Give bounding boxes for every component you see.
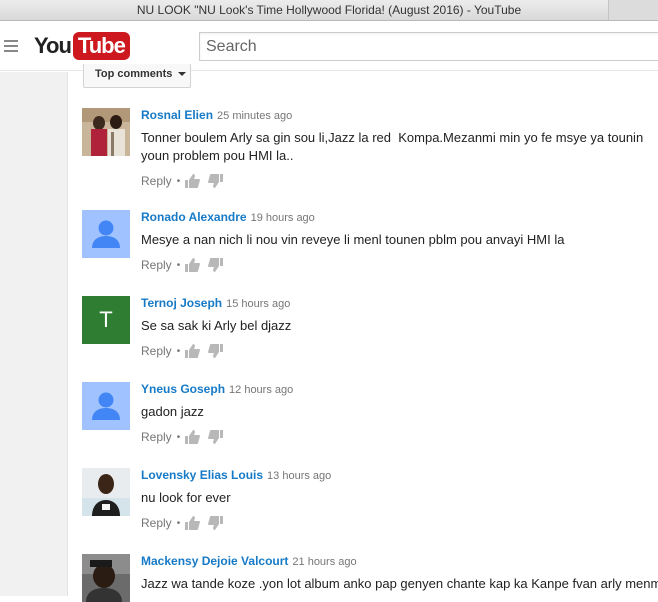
default-person-icon	[82, 382, 130, 430]
reply-button[interactable]: Reply	[141, 430, 172, 444]
thumbs-up-icon[interactable]	[185, 258, 201, 272]
sort-comments-dropdown[interactable]: Top comments	[83, 64, 191, 88]
comment-time[interactable]: 21 hours ago	[292, 556, 356, 568]
separator-dot: •	[176, 431, 181, 443]
thumbs-down-icon[interactable]	[208, 174, 224, 188]
thumbs-up-icon[interactable]	[185, 430, 201, 444]
avatar[interactable]	[82, 210, 130, 258]
reply-button[interactable]: Reply	[141, 258, 172, 272]
separator-dot: •	[176, 345, 181, 357]
comment-time[interactable]: 15 hours ago	[226, 298, 290, 310]
separator-dot: •	[176, 517, 181, 529]
left-gutter	[0, 72, 68, 596]
logo-you-text: You	[34, 33, 72, 58]
comment-author[interactable]: Mackensy Dejoie Valcourt	[141, 554, 288, 568]
avatar[interactable]	[82, 554, 130, 602]
comment-author[interactable]: Ternoj Joseph	[141, 296, 222, 310]
thumbs-up-icon[interactable]	[185, 516, 201, 530]
thumbs-down-icon[interactable]	[208, 516, 224, 530]
comment-text: Se sa sak ki Arly bel djazz	[141, 318, 292, 333]
comment-text: gadon jazz	[141, 404, 204, 419]
comment-text: Jazz wa tande koze .yon lot album anko p…	[141, 576, 658, 591]
thumbs-up-icon[interactable]	[185, 344, 201, 358]
default-person-icon	[82, 210, 130, 258]
reply-button[interactable]: Reply	[141, 344, 172, 358]
logo-tube-text: Tube	[72, 32, 130, 60]
comment-text: nu look for ever	[141, 490, 231, 505]
separator-dot: •	[176, 259, 181, 271]
avatar[interactable]	[82, 468, 130, 516]
thumbs-up-icon[interactable]	[185, 174, 201, 188]
comment-text: Tonner boulem Arly sa gin sou li,Jazz la…	[141, 130, 647, 163]
comment-author[interactable]: Yneus Goseph	[141, 382, 225, 396]
guide-menu-icon[interactable]	[4, 40, 18, 52]
window-title-bar: NU LOOK "NU Look's Time Hollywood Florid…	[0, 0, 658, 21]
comment-text: Mesye a nan nich li nou vin reveye li me…	[141, 232, 565, 247]
separator-dot: •	[176, 175, 181, 187]
avatar[interactable]: T	[82, 296, 130, 344]
title-bar-control-area	[608, 0, 658, 20]
comment-author[interactable]: Rosnal Elien	[141, 108, 213, 122]
comment-author[interactable]: Ronado Alexandre	[141, 210, 247, 224]
thumbs-down-icon[interactable]	[208, 258, 224, 272]
search-input[interactable]	[199, 32, 658, 61]
comment-time[interactable]: 12 hours ago	[229, 384, 293, 396]
comment-time[interactable]: 13 hours ago	[267, 470, 331, 482]
avatar[interactable]	[82, 382, 130, 430]
reply-button[interactable]: Reply	[141, 516, 172, 530]
caret-down-icon	[178, 72, 187, 77]
sort-label: Top comments	[95, 68, 173, 80]
avatar[interactable]	[82, 108, 130, 156]
comment-time[interactable]: 25 minutes ago	[217, 110, 292, 122]
window-title: NU LOOK "NU Look's Time Hollywood Florid…	[136, 3, 522, 17]
thumbs-down-icon[interactable]	[208, 430, 224, 444]
comment-author[interactable]: Lovensky Elias Louis	[141, 468, 263, 482]
youtube-logo[interactable]: You Tube	[34, 32, 130, 60]
comment-time[interactable]: 19 hours ago	[251, 212, 315, 224]
thumbs-down-icon[interactable]	[208, 344, 224, 358]
reply-button[interactable]: Reply	[141, 174, 172, 188]
